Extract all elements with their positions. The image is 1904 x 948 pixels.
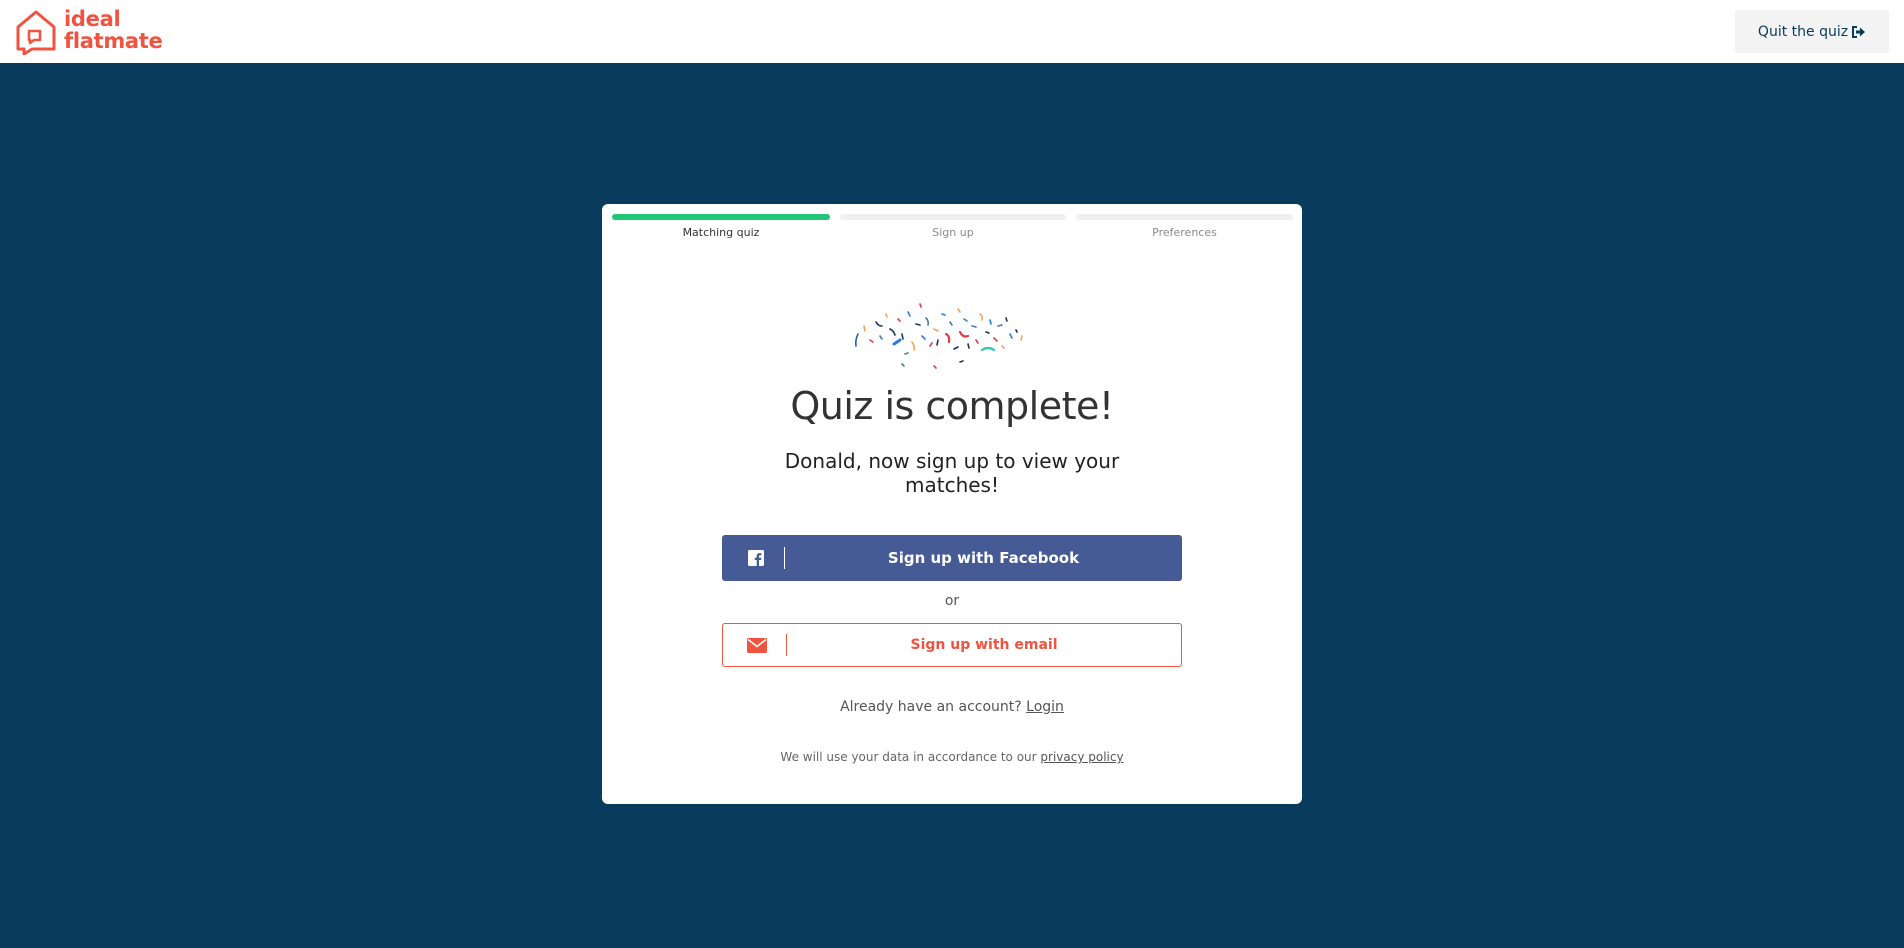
ideal-flatmate-logo[interactable]: ideal flatmate: [14, 9, 174, 55]
quiz-complete-card: Matching quiz Sign up Preferences Quiz i…: [602, 204, 1302, 804]
step-label: Matching quiz: [682, 226, 760, 239]
quiz-complete-title: Quiz is complete!: [790, 384, 1114, 428]
sign-out-icon: [1852, 25, 1866, 38]
account-prompt-text: Already have an account?: [840, 699, 1022, 715]
step-label: Preferences: [1152, 226, 1217, 239]
email-signup-button[interactable]: Sign up with email: [722, 623, 1182, 667]
confetti-illustration: [854, 303, 1023, 369]
logo-line-flatmate: flatmate: [64, 29, 163, 53]
logo-wordmark: ideal flatmate: [64, 7, 163, 53]
step-progress-bar: [1076, 214, 1293, 220]
facebook-signup-label: Sign up with Facebook: [887, 549, 1080, 567]
privacy-policy-link[interactable]: privacy policy: [1040, 750, 1123, 764]
privacy-notice: We will use your data in accordance to o…: [602, 750, 1302, 764]
logo-line-ideal: ideal: [64, 7, 121, 31]
progress-steps: Matching quiz Sign up Preferences: [612, 214, 1293, 244]
top-bar: ideal flatmate Quit the quiz: [0, 0, 1904, 63]
step-sign-up: Sign up: [840, 214, 1066, 244]
step-label: Sign up: [932, 226, 974, 239]
signup-prompt-text: Donald, now sign up to view your matches…: [784, 449, 1120, 497]
login-prompt: Already have an account? Login: [602, 699, 1302, 715]
quit-quiz-button[interactable]: Quit the quiz: [1735, 10, 1889, 53]
step-progress-bar: [840, 214, 1066, 220]
privacy-text: We will use your data in accordance to o…: [780, 750, 1037, 764]
email-signup-label: Sign up with email: [910, 637, 1058, 653]
facebook-icon: [748, 550, 764, 566]
step-progress-bar: [612, 214, 830, 220]
or-separator: or: [944, 593, 960, 609]
step-matching-quiz: Matching quiz: [612, 214, 830, 244]
login-link[interactable]: Login: [1026, 699, 1064, 715]
step-preferences: Preferences: [1076, 214, 1293, 244]
envelope-icon: [747, 638, 767, 653]
quit-quiz-label: Quit the quiz: [1757, 23, 1849, 40]
facebook-signup-button[interactable]: Sign up with Facebook: [722, 535, 1182, 581]
house-speech-bubble-icon: [16, 10, 56, 55]
